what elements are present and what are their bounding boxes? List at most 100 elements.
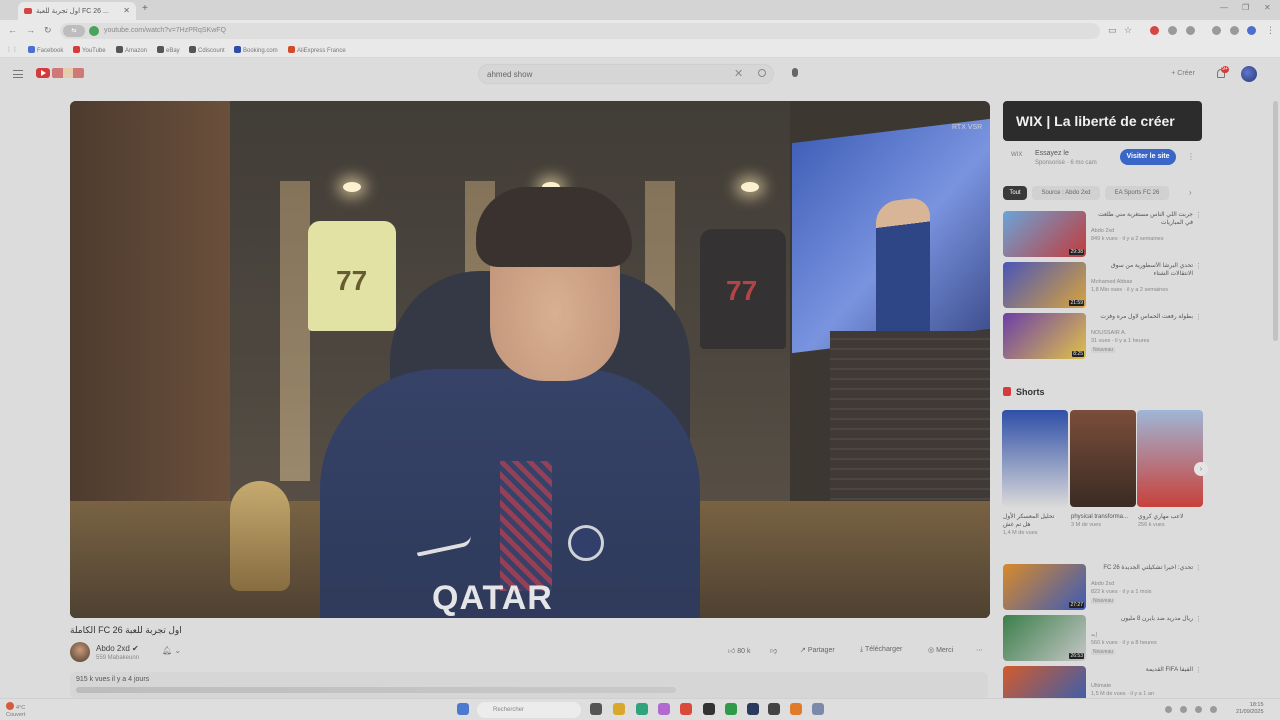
site-info-chip[interactable]: ⇆: [63, 25, 85, 37]
forward-icon[interactable]: →: [26, 25, 35, 35]
microphone-icon[interactable]: [792, 68, 798, 77]
video-thumbnail[interactable]: 27:27: [1003, 564, 1086, 610]
bookmark-item[interactable]: Facebook: [28, 46, 63, 54]
file-explorer-icon[interactable]: [613, 703, 625, 715]
video-thumbnail[interactable]: 21:59: [1003, 262, 1086, 308]
copilot-icon[interactable]: [658, 703, 670, 715]
ad-more-icon[interactable]: ⋮: [1187, 152, 1195, 161]
close-tab-icon[interactable]: ✕: [123, 6, 130, 15]
create-button[interactable]: + Créer: [1163, 66, 1203, 82]
tray-chevron-icon[interactable]: [1165, 706, 1172, 713]
extension-icon[interactable]: [1150, 26, 1159, 35]
chip-ea-fc[interactable]: EA Sports FC 26: [1105, 186, 1169, 200]
more-actions-icon[interactable]: ⋯: [976, 646, 983, 660]
share-button[interactable]: ↗ Partager: [800, 646, 835, 660]
video-player[interactable]: 77 77 QATAR RTX VSR: [70, 101, 990, 618]
extension-icon[interactable]: [1212, 26, 1221, 35]
back-icon[interactable]: ←: [8, 25, 17, 35]
chips-next-icon[interactable]: ›: [1189, 188, 1192, 197]
more-options-icon[interactable]: ⋮: [1195, 564, 1202, 572]
app-icon[interactable]: [703, 703, 715, 715]
maximize-icon[interactable]: ❐: [1242, 3, 1249, 12]
bookmark-item[interactable]: YouTube: [73, 46, 106, 54]
battery-icon[interactable]: [1210, 706, 1217, 713]
subscribed-bell-button[interactable]: 🔔︎ ⌄: [162, 646, 188, 660]
bookmark-item[interactable]: Amazon: [116, 46, 147, 54]
short-thumbnail[interactable]: [1002, 410, 1068, 507]
cast-icon[interactable]: ▭: [1108, 25, 1117, 36]
more-options-icon[interactable]: ⋮: [1195, 211, 1202, 219]
video-thumbnail[interactable]: 26:53: [1003, 615, 1086, 661]
more-options-icon[interactable]: ⋮: [1195, 615, 1202, 623]
more-options-icon[interactable]: ⋮: [1195, 313, 1202, 321]
channel-avatar[interactable]: [70, 642, 90, 662]
clear-search-icon[interactable]: ✕: [734, 67, 743, 80]
like-button[interactable]: 👍︎ 80 k: [728, 646, 751, 660]
app-icon[interactable]: [790, 703, 802, 715]
task-view-icon[interactable]: [590, 703, 602, 715]
weather-widget[interactable]: 4°C Couvert: [6, 702, 25, 719]
windows-start-icon[interactable]: [457, 703, 469, 715]
extensions-puzzle-icon[interactable]: [1186, 26, 1195, 35]
video-thumbnail[interactable]: 8:25: [1003, 313, 1086, 359]
video-thumbnail[interactable]: 29:38: [1003, 211, 1086, 257]
page-scrollbar[interactable]: [1273, 101, 1278, 341]
more-options-icon[interactable]: ⋮: [1195, 262, 1202, 270]
volume-icon[interactable]: [1195, 706, 1202, 713]
minimize-icon[interactable]: —: [1220, 3, 1228, 12]
search-icon[interactable]: [758, 69, 766, 77]
account-avatar[interactable]: [1241, 66, 1257, 82]
taskbar-search[interactable]: Rechercher: [477, 702, 581, 718]
recommended-video[interactable]: 21:59 تحدي البرشا الأسطورية من سوق الانتق…: [1003, 262, 1202, 310]
bookmark-item[interactable]: Booking.com: [234, 46, 278, 54]
chip-all[interactable]: Tout: [1003, 186, 1027, 200]
bookmark-item[interactable]: Cdiscount: [189, 46, 225, 54]
menu-kebab-icon[interactable]: ⋮: [1266, 25, 1275, 36]
visit-site-button[interactable]: Visiter le site: [1120, 149, 1176, 165]
thanks-button[interactable]: ◎ Merci: [928, 646, 953, 660]
steam-icon[interactable]: [747, 703, 759, 715]
search-box[interactable]: ahmed show ✕: [478, 64, 774, 84]
address-bar[interactable]: ⇆ youtube.com/watch?v=7HzPRqSKwFQ: [60, 23, 1100, 39]
recommended-video[interactable]: 27:27 تحدي: اخيرا تشكيلتي الجديدة FC 26 Ab…: [1003, 564, 1202, 612]
bookmark-star-icon[interactable]: ☆: [1124, 25, 1132, 36]
shield-icon[interactable]: [1247, 26, 1256, 35]
hamburger-menu-icon[interactable]: [13, 70, 23, 78]
bookmark-item[interactable]: eBay: [157, 46, 180, 54]
recommended-video[interactable]: 29:38 جربت اللي الناس مستغربة مني طلعت في…: [1003, 211, 1202, 259]
short-caption[interactable]: لاعب مهاري كروي 256 k vues: [1138, 513, 1196, 529]
app-icon[interactable]: [768, 703, 780, 715]
chrome-icon[interactable]: [680, 703, 692, 715]
window-close-icon[interactable]: ✕: [1264, 3, 1271, 12]
short-caption[interactable]: تحليل المعسكر الأول هل تم غش 1,4 M de vue…: [1003, 513, 1061, 537]
extension-icon[interactable]: [1230, 26, 1239, 35]
more-options-icon[interactable]: ⋮: [1195, 666, 1202, 674]
new-tab-icon[interactable]: +: [142, 3, 148, 14]
settings-icon[interactable]: [812, 703, 824, 715]
apps-grid-icon[interactable]: ⋮⋮: [6, 46, 18, 53]
short-thumbnail[interactable]: [1137, 410, 1203, 507]
short-caption[interactable]: physical transforma... 3 M de vues: [1071, 513, 1129, 529]
reload-icon[interactable]: ↻: [44, 25, 52, 36]
tab-bar: اول تجربة للعبة FC 26 ... ✕ + — ❐ ✕: [0, 0, 1280, 20]
extension-icon[interactable]: [1168, 26, 1177, 35]
channel-name[interactable]: Abdo 2xd ✔: [96, 644, 139, 653]
edge-icon[interactable]: [636, 703, 648, 715]
short-thumbnail[interactable]: [1070, 410, 1136, 507]
wifi-icon[interactable]: [1180, 706, 1187, 713]
recommended-video[interactable]: 26:53 ريال مدريد ضد بايرن 8 مليون إبه 560 k…: [1003, 615, 1202, 663]
download-button[interactable]: ⤓ Télécharger: [860, 646, 902, 660]
browser-tab[interactable]: اول تجربة للعبة FC 26 ... ✕: [18, 2, 136, 20]
system-clock[interactable]: 18:15 21/09/2025: [1236, 702, 1264, 716]
recommended-video[interactable]: 8:25 بطولة رفعت الحماس لاول مره وفزت NOUSS…: [1003, 313, 1202, 361]
chip-source[interactable]: Source : Abdo 2xd: [1032, 186, 1100, 200]
bookmark-item[interactable]: AliExpress France: [288, 46, 346, 54]
search-input[interactable]: ahmed show: [487, 70, 532, 79]
youtube-logo-icon[interactable]: [36, 68, 50, 78]
description-box[interactable]: 915 k vues il y a 4 jours: [70, 672, 988, 698]
ad-banner[interactable]: WIX | La liberté de créer: [1003, 101, 1202, 141]
xbox-icon[interactable]: [725, 703, 737, 715]
youtube-doodle-logo[interactable]: [52, 68, 84, 78]
shorts-next-icon[interactable]: ›: [1194, 462, 1208, 476]
dislike-button[interactable]: 👎︎: [770, 646, 777, 660]
